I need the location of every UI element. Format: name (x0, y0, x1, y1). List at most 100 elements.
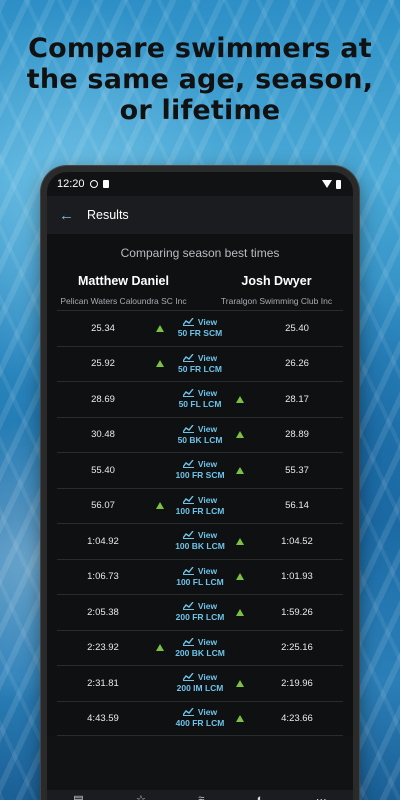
chart-icon (182, 708, 194, 717)
swimmer-header: Matthew Daniel Pelican Waters Caloundra … (47, 274, 353, 306)
event-label: 100 FL LCM (176, 576, 224, 587)
result-row: 4:43.59 View 400 FR LCM 4:23.66 (57, 700, 343, 736)
better-time-arrow-icon (236, 679, 244, 687)
view-label: View (197, 636, 218, 647)
view-event-link[interactable]: View 200 BK LCM (171, 637, 229, 659)
left-indicator (149, 360, 171, 368)
right-time: 1:01.93 (281, 571, 313, 583)
phone-frame: 12:20 ← Results Comparing season best ti… (41, 166, 359, 800)
right-indicator (229, 431, 251, 439)
battery-icon (336, 179, 341, 189)
right-time: 56.14 (285, 500, 309, 512)
view-label: View (197, 423, 218, 434)
event-label: 50 FL LCM (178, 399, 222, 410)
chart-icon (182, 424, 194, 433)
list-icon[interactable]: ▤ (73, 793, 83, 800)
left-time: 2:31.81 (87, 677, 119, 689)
swimmer-icon[interactable]: ≈ (198, 793, 204, 800)
left-time: 30.48 (91, 429, 115, 441)
right-time: 1:59.26 (281, 606, 313, 618)
event-label: 100 FR LCM (175, 505, 225, 516)
status-bar: 12:20 (47, 172, 353, 196)
right-time: 55.37 (285, 464, 309, 476)
view-event-link[interactable]: View 50 FR SCM (171, 317, 229, 339)
promo-headline: Compare swimmers at the same age, season… (0, 33, 400, 126)
left-time: 25.92 (91, 358, 115, 370)
right-indicator (229, 679, 251, 687)
right-time: 26.26 (285, 358, 309, 370)
more-icon[interactable]: ⋯ (316, 793, 327, 800)
result-row: 1:06.73 View 100 FL LCM 1:01.93 (57, 558, 343, 595)
event-label: 200 BK LCM (175, 647, 225, 658)
view-event-link[interactable]: View 100 BK LCM (171, 530, 229, 552)
better-time-arrow-icon (156, 502, 164, 510)
event-label: 100 FR SCM (175, 470, 225, 481)
comparison-subtitle: Comparing season best times (120, 246, 280, 260)
view-event-link[interactable]: View 200 FR LCM (171, 601, 229, 623)
result-row: 56.07 View 100 FR LCM 56.14 (57, 487, 343, 524)
view-event-link[interactable]: View 400 FR LCM (171, 707, 229, 729)
notification-icon (89, 180, 98, 188)
right-swimmer-name: Josh Dwyer (241, 274, 312, 288)
left-indicator (149, 502, 171, 510)
chart-icon (182, 673, 194, 682)
event-label: 400 FR LCM (175, 718, 225, 729)
sd-card-icon (102, 180, 109, 188)
view-event-link[interactable]: View 50 FL LCM (171, 388, 229, 410)
result-row: 25.92 View 50 FR LCM 26.26 (57, 345, 343, 382)
results-content: Comparing season best times Matthew Dani… (47, 234, 353, 736)
chart-icon (182, 460, 194, 469)
view-label: View (197, 601, 218, 612)
event-label: 50 BK LCM (177, 434, 223, 445)
chart-icon (182, 495, 194, 504)
better-time-arrow-icon (236, 395, 244, 403)
right-time: 28.17 (285, 393, 309, 405)
bottom-nav: ▤ ☆ ≈ ◐ ⋯ (47, 790, 353, 800)
back-arrow-icon[interactable]: ← (59, 207, 87, 224)
event-label: 200 IM LCM (176, 683, 224, 694)
view-event-link[interactable]: View 100 FR LCM (171, 495, 229, 517)
left-time: 1:04.92 (87, 535, 119, 547)
better-time-arrow-icon (236, 431, 244, 439)
wifi-icon (322, 180, 332, 188)
view-label: View (197, 352, 218, 363)
headline-line-1: Compare swimmers at (28, 33, 372, 64)
right-time: 28.89 (285, 429, 309, 441)
right-swimmer: Josh Dwyer Traralgon Swimming Club Inc (200, 274, 353, 306)
view-event-link[interactable]: View 50 FR LCM (171, 353, 229, 375)
chart-icon (182, 566, 194, 575)
view-event-link[interactable]: View 50 BK LCM (171, 424, 229, 446)
result-row: 2:23.92 View 200 BK LCM 2:25.16 (57, 629, 343, 666)
left-swimmer: Matthew Daniel Pelican Waters Caloundra … (47, 274, 200, 306)
right-indicator (229, 573, 251, 581)
view-label: View (197, 317, 218, 328)
view-event-link[interactable]: View 100 FL LCM (171, 566, 229, 588)
left-time: 28.69 (91, 393, 115, 405)
better-time-arrow-icon (236, 714, 244, 722)
left-time: 4:43.59 (87, 712, 119, 724)
event-label: 50 FR LCM (178, 363, 222, 374)
left-time: 2:23.92 (87, 642, 119, 654)
status-time: 12:20 (57, 178, 85, 190)
view-label: View (197, 459, 218, 470)
phone-screen: 12:20 ← Results Comparing season best ti… (47, 172, 353, 800)
better-time-arrow-icon (236, 537, 244, 545)
chart-icon (182, 531, 194, 540)
chart-icon (182, 353, 194, 362)
right-indicator (229, 537, 251, 545)
view-event-link[interactable]: View 200 IM LCM (171, 672, 229, 694)
better-time-arrow-icon (236, 466, 244, 474)
app-bar: ← Results (47, 196, 353, 234)
left-time: 1:06.73 (87, 571, 119, 583)
star-icon[interactable]: ☆ (136, 793, 146, 800)
right-time: 4:23.66 (281, 712, 313, 724)
result-row: 28.69 View 50 FL LCM 28.17 (57, 381, 343, 417)
result-row: 1:04.92 View 100 BK LCM 1:04.52 (57, 523, 343, 559)
compare-icon[interactable]: ◐ (257, 793, 264, 800)
left-swimmer-name: Matthew Daniel (78, 274, 169, 288)
chart-icon (182, 637, 194, 646)
better-time-arrow-icon (156, 324, 164, 332)
left-time: 2:05.38 (87, 606, 119, 618)
view-event-link[interactable]: View 100 FR SCM (171, 459, 229, 481)
better-time-arrow-icon (236, 608, 244, 616)
